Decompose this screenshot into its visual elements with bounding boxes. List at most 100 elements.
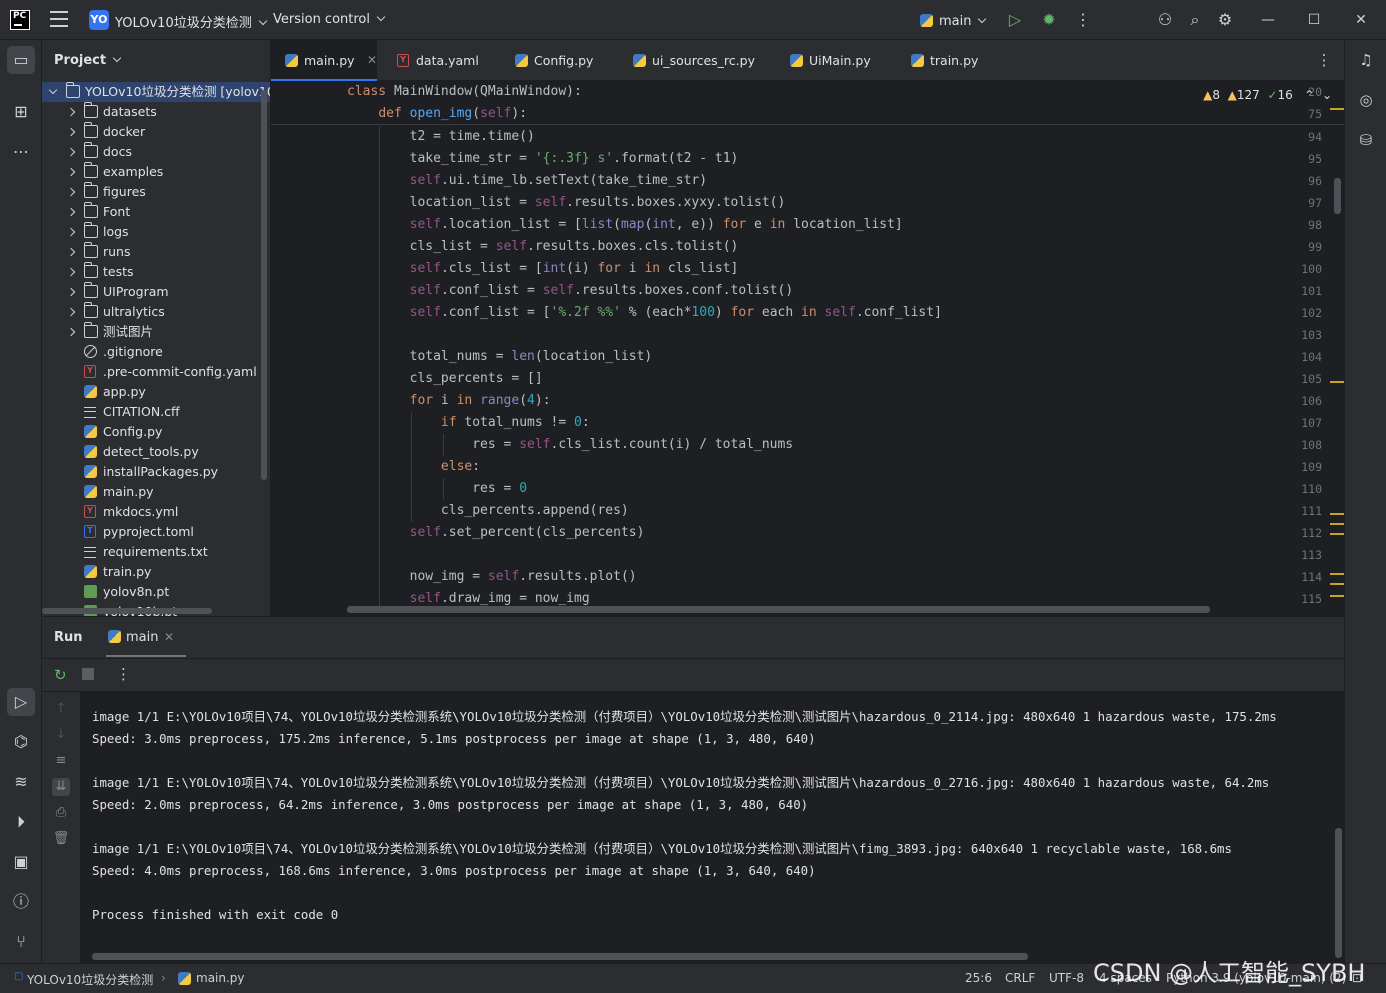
- close-window-button[interactable]: ✕: [1349, 8, 1373, 32]
- git-icon[interactable]: ⑂: [7, 928, 35, 956]
- structure-tool-icon[interactable]: ⊞: [7, 98, 35, 126]
- tree-folder[interactable]: docs: [42, 142, 270, 162]
- scroll-to-end-icon[interactable]: ⇊: [52, 778, 70, 796]
- caret-position[interactable]: 25:6: [965, 971, 992, 985]
- tree-file[interactable]: installPackages.py: [42, 462, 270, 482]
- run-tab-main[interactable]: main ✕: [106, 617, 186, 657]
- error-stripe-marker[interactable]: [1330, 513, 1344, 515]
- tab-train-py[interactable]: train.py: [897, 40, 997, 81]
- tree-file[interactable]: app.py: [42, 382, 270, 402]
- chevron-right-icon[interactable]: [66, 207, 76, 217]
- error-stripe-marker[interactable]: [1330, 381, 1344, 383]
- tree-file[interactable]: Tpyproject.toml: [42, 522, 270, 542]
- error-stripe-marker[interactable]: [1330, 523, 1344, 525]
- tree-folder[interactable]: runs: [42, 242, 270, 262]
- next-highlight-icon[interactable]: ⌄: [1322, 88, 1332, 102]
- main-menu-icon[interactable]: [50, 11, 68, 27]
- error-stripe-marker[interactable]: [1330, 583, 1344, 585]
- tree-file[interactable]: .gitignore: [42, 342, 270, 362]
- tree-folder[interactable]: examples: [42, 162, 270, 182]
- chevron-right-icon[interactable]: [66, 187, 76, 197]
- tree-file[interactable]: requirements.txt: [42, 542, 270, 562]
- settings-gear-icon[interactable]: ⚙: [1215, 10, 1235, 30]
- print-icon[interactable]: ⎙: [52, 804, 70, 822]
- project-scrollbar-vertical[interactable]: [261, 90, 267, 480]
- chevron-right-icon[interactable]: [66, 327, 76, 337]
- run-icon[interactable]: ▷: [1005, 10, 1025, 30]
- inspections-widget[interactable]: ▲8 ▲127 ✓16 ⌃ ⌄: [1203, 88, 1332, 102]
- stop-icon[interactable]: [82, 668, 94, 680]
- more-actions-icon[interactable]: ⋮: [1073, 10, 1093, 30]
- chevron-right-icon[interactable]: [66, 307, 76, 317]
- tree-file[interactable]: train.py: [42, 562, 270, 582]
- close-tab-icon[interactable]: ✕: [164, 630, 174, 644]
- chevron-right-icon[interactable]: [66, 167, 76, 177]
- tree-file[interactable]: Config.py: [42, 422, 270, 442]
- tab-options-icon[interactable]: ⋮: [1314, 50, 1334, 70]
- tree-folder[interactable]: YOLOv10垃圾分类检测 [yolov10-: [42, 82, 270, 102]
- soft-wrap-icon[interactable]: ≡: [52, 752, 70, 770]
- chevron-right-icon[interactable]: [66, 147, 76, 157]
- project-scrollbar-horizontal[interactable]: [42, 608, 212, 614]
- run-console[interactable]: image 1/1 E:\YOLOv10项目\74、YOLOv10垃圾分类检测系…: [81, 692, 1344, 963]
- rerun-icon[interactable]: ↻: [54, 666, 67, 684]
- scroll-down-icon[interactable]: ↓: [52, 726, 70, 744]
- project-panel-header[interactable]: Project: [54, 53, 122, 68]
- layers-icon[interactable]: ≋: [7, 768, 35, 796]
- chevron-right-icon[interactable]: [66, 267, 76, 277]
- scroll-up-icon[interactable]: ↑: [52, 700, 70, 718]
- minimize-button[interactable]: —: [1256, 8, 1280, 32]
- error-stripe-marker[interactable]: [1330, 108, 1344, 110]
- notifications-bell-icon[interactable]: ♫: [1354, 48, 1378, 72]
- error-stripe-marker[interactable]: [1330, 573, 1344, 575]
- error-stripe-marker[interactable]: [1330, 595, 1344, 597]
- close-tab-icon[interactable]: ✕: [367, 40, 377, 81]
- chevron-down-icon[interactable]: [48, 85, 58, 95]
- tab-ui-sources-rc-py[interactable]: ui_sources_rc.py: [619, 40, 771, 81]
- line-separator[interactable]: CRLF: [1005, 971, 1035, 985]
- tree-file[interactable]: CITATION.cff: [42, 402, 270, 422]
- error-stripe-marker[interactable]: [1330, 533, 1344, 535]
- tree-file[interactable]: main.py: [42, 482, 270, 502]
- tree-folder[interactable]: figures: [42, 182, 270, 202]
- breadcrumb-project[interactable]: YOLOv10垃圾分类检测: [27, 971, 153, 988]
- run-tool-icon[interactable]: ▷: [7, 688, 35, 716]
- project-badge[interactable]: YO: [89, 10, 109, 30]
- file-encoding[interactable]: UTF-8: [1049, 971, 1084, 985]
- tree-file[interactable]: Ymkdocs.yml: [42, 502, 270, 522]
- clear-all-trash-icon[interactable]: 🗑: [52, 830, 70, 848]
- breadcrumb-file[interactable]: main.py: [196, 971, 245, 985]
- editor-scrollbar-horizontal[interactable]: [347, 606, 1210, 613]
- project-switcher[interactable]: YOLOv10垃圾分类检测: [115, 12, 267, 31]
- problems-icon[interactable]: ⓘ: [7, 888, 35, 916]
- chevron-right-icon[interactable]: [66, 127, 76, 137]
- terminal-icon[interactable]: ▣: [7, 848, 35, 876]
- code-editor[interactable]: 94 t2 = time.time() 95 take_time_str = '{…: [271, 81, 1344, 616]
- services-icon[interactable]: ⏵: [7, 808, 35, 836]
- tree-folder[interactable]: UIProgram: [42, 282, 270, 302]
- tree-folder[interactable]: 测试图片: [42, 322, 270, 342]
- ai-assistant-icon[interactable]: ◎: [1354, 88, 1378, 112]
- tree-file[interactable]: detect_tools.py: [42, 442, 270, 462]
- maximize-button[interactable]: ☐: [1302, 8, 1326, 32]
- tree-folder[interactable]: logs: [42, 222, 270, 242]
- tree-folder[interactable]: datasets: [42, 102, 270, 122]
- chevron-right-icon[interactable]: [66, 247, 76, 257]
- run-config-selector[interactable]: main: [920, 12, 987, 29]
- debug-icon[interactable]: ✹: [1039, 10, 1059, 30]
- console-scrollbar-horizontal[interactable]: [92, 953, 1028, 960]
- editor-scrollbar-vertical[interactable]: [1334, 178, 1341, 214]
- tab-uimain-py[interactable]: UiMain.py: [776, 40, 891, 81]
- project-tool-folder-icon[interactable]: ▭: [7, 46, 35, 74]
- tree-folder[interactable]: docker: [42, 122, 270, 142]
- tree-file[interactable]: yolov8n.pt: [42, 582, 270, 602]
- chevron-right-icon[interactable]: [66, 107, 76, 117]
- tree-file[interactable]: Y .pre-commit-config.yaml: [42, 362, 270, 382]
- tree-folder[interactable]: Font: [42, 202, 270, 222]
- tab-main-py[interactable]: main.py ✕: [271, 40, 377, 81]
- tree-folder[interactable]: ultralytics: [42, 302, 270, 322]
- database-icon[interactable]: ⛁: [1354, 128, 1378, 152]
- more-tools-icon[interactable]: ⋯: [7, 138, 35, 166]
- chevron-right-icon[interactable]: [66, 227, 76, 237]
- add-user-icon[interactable]: ⚇: [1155, 10, 1175, 30]
